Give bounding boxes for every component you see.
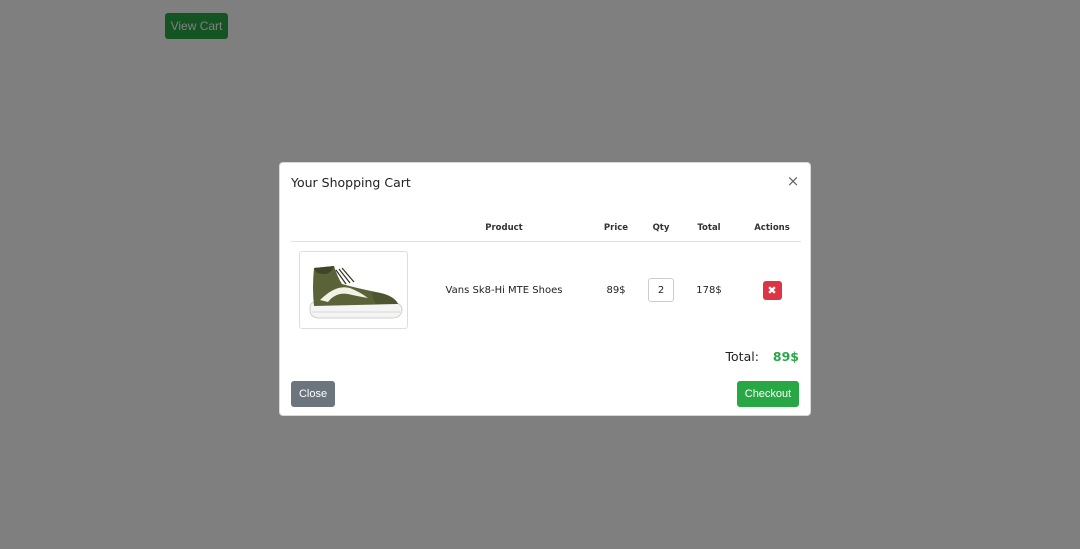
- header-total: Total: [675, 215, 743, 242]
- cell-qty: [647, 242, 675, 339]
- header-qty: Qty: [647, 215, 675, 242]
- total-label: Total:: [725, 349, 759, 364]
- cart-table: Product Price Qty Total Actions Vans Sk8…: [291, 215, 801, 338]
- table-header-row: Product Price Qty Total Actions: [291, 215, 801, 242]
- cell-actions: ✖: [743, 242, 801, 339]
- cell-product-name: Vans Sk8-Hi MTE Shoes: [445, 284, 563, 296]
- remove-icon: ✖: [767, 283, 777, 297]
- cell-price: 89$: [606, 284, 626, 296]
- remove-item-button[interactable]: ✖: [762, 280, 782, 300]
- page: View Cart Your Shopping Cart × Product P…: [0, 0, 1080, 549]
- shopping-cart-modal: Your Shopping Cart × Product Price Qty T…: [279, 162, 811, 416]
- header-product: Product: [423, 215, 585, 242]
- checkout-button[interactable]: Checkout: [737, 381, 799, 407]
- cell-image: [291, 242, 423, 339]
- table-row: Vans Sk8-Hi MTE Shoes 89$ 178$ ✖: [291, 242, 801, 339]
- header-price: Price: [585, 215, 647, 242]
- cell-total: 178$: [696, 284, 722, 296]
- quantity-input[interactable]: [648, 278, 674, 302]
- sneaker-image-icon: [309, 266, 403, 319]
- cart-total: Total: 89$: [726, 349, 799, 364]
- header-actions: Actions: [743, 215, 801, 242]
- close-icon[interactable]: ×: [786, 173, 800, 189]
- header-image: [291, 215, 423, 242]
- close-button[interactable]: Close: [291, 381, 335, 407]
- total-value: 89$: [772, 349, 799, 364]
- product-thumbnail: [299, 251, 408, 329]
- modal-title: Your Shopping Cart: [291, 175, 411, 190]
